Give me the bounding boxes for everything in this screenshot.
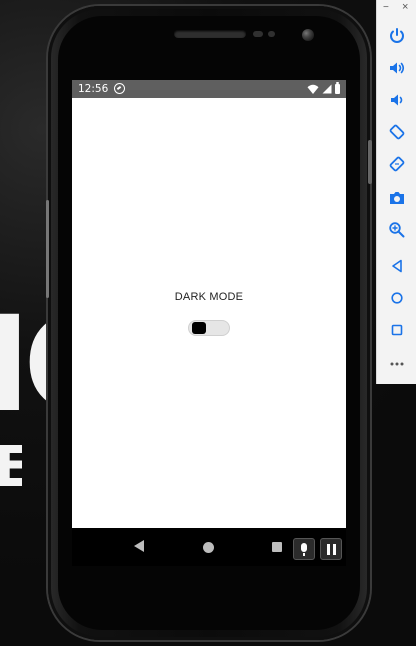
nav-recents-icon[interactable]: [272, 542, 282, 552]
power-icon: [390, 28, 404, 43]
toggle-knob: [192, 322, 206, 334]
phone-speaker: [174, 30, 246, 38]
home-icon: [391, 292, 403, 304]
dark-mode-label: DARK MODE: [174, 291, 244, 303]
volume-up-icon: [390, 62, 405, 74]
volume-down-icon: [391, 94, 403, 106]
minimize-button[interactable]: −: [383, 2, 389, 13]
nav-home-icon[interactable]: [203, 542, 214, 553]
emulator-window-controls: − ×: [377, 0, 416, 18]
emulator-back-button[interactable]: [387, 256, 407, 276]
zoom-icon: [389, 222, 405, 238]
rotate-left-button[interactable]: [387, 122, 407, 142]
close-button[interactable]: ×: [402, 1, 408, 13]
screenshot-button[interactable]: [387, 188, 407, 208]
app-content: DARK MODE: [72, 98, 346, 528]
sync-icon: [114, 83, 125, 94]
status-time: 12:56: [78, 83, 109, 95]
rotate-right-button[interactable]: [387, 154, 407, 174]
signal-icon: [322, 84, 332, 94]
phone-side-button-left: [46, 200, 49, 298]
dark-mode-toggle[interactable]: [188, 320, 230, 336]
mic-icon: [301, 543, 307, 556]
mic-button[interactable]: [293, 538, 315, 560]
phone-sensor: [268, 31, 275, 37]
rotate-right-icon: [389, 156, 405, 172]
rotate-left-icon: [389, 124, 405, 140]
camera-icon: [390, 192, 404, 204]
status-bar: 12:56: [72, 80, 346, 98]
phone-side-button: [368, 140, 372, 184]
pause-icon: [327, 544, 337, 555]
zoom-button[interactable]: [387, 220, 407, 240]
pause-button[interactable]: [320, 538, 342, 560]
more-icon: [390, 362, 404, 366]
background-artwork-letter: E: [0, 440, 22, 500]
emulator-home-button[interactable]: [387, 288, 407, 308]
wifi-icon: [307, 84, 319, 94]
volume-up-button[interactable]: [387, 58, 407, 78]
volume-down-button[interactable]: [387, 90, 407, 110]
phone-sensor: [253, 31, 263, 37]
power-button[interactable]: [387, 26, 407, 46]
overview-icon: [391, 324, 403, 336]
emulator-overview-button[interactable]: [387, 320, 407, 340]
emulator-more-button[interactable]: [387, 354, 407, 374]
back-icon: [392, 259, 402, 273]
emulator-toolbar: − ×: [376, 0, 416, 384]
battery-icon: [335, 82, 340, 94]
nav-back-icon[interactable]: [134, 540, 144, 552]
front-camera: [302, 29, 314, 41]
status-icons: [307, 82, 340, 95]
device-screen: 12:56 DARK MODE: [72, 80, 346, 528]
